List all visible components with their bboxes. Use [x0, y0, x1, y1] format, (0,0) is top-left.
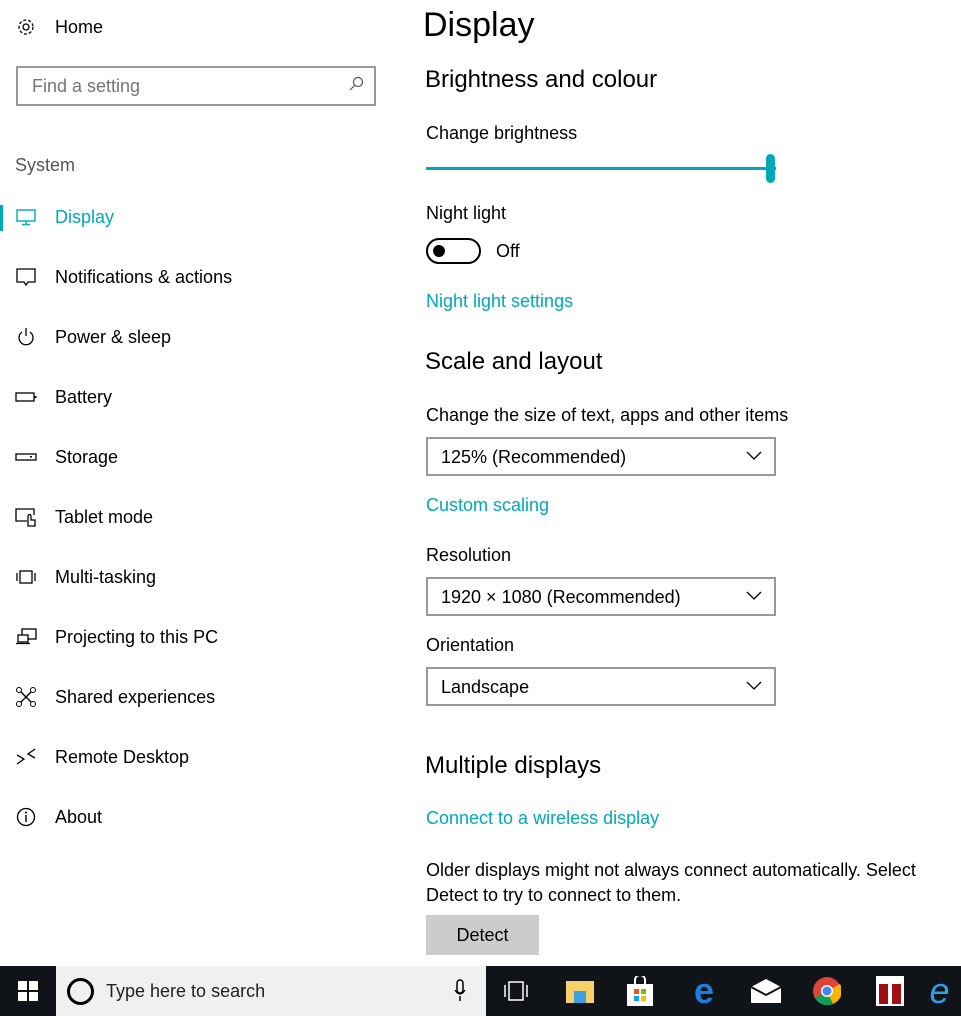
gift-icon[interactable] — [860, 966, 920, 1016]
projecting-icon — [14, 625, 38, 649]
brightness-slider-thumb[interactable] — [766, 154, 775, 183]
orientation-value: Landscape — [441, 677, 530, 697]
chevron-down-icon — [746, 587, 762, 608]
mail-icon[interactable] — [736, 966, 796, 1016]
taskbar-search-placeholder: Type here to search — [106, 981, 266, 1001]
remote-desktop-icon — [14, 745, 38, 769]
start-button[interactable] — [0, 966, 55, 1016]
night-light-state: Off — [496, 241, 520, 261]
orientation-label: Orientation — [426, 635, 515, 655]
monitor-icon — [14, 205, 38, 229]
resolution-value: 1920 × 1080 (Recommended) — [441, 587, 681, 607]
resolution-label: Resolution — [426, 545, 512, 565]
sidebar-item-projecting-to-this-pc[interactable]: Projecting to this PC — [0, 617, 400, 657]
sidebar-item-label: Multi-tasking — [55, 566, 157, 587]
scale-dropdown[interactable]: 125% (Recommended) — [426, 437, 776, 476]
sidebar-item-label: Display — [55, 206, 115, 227]
internet-explorer-icon[interactable]: e — [918, 966, 961, 1016]
store-icon[interactable] — [610, 966, 670, 1016]
detect-note: Older displays might not always connect … — [426, 860, 916, 905]
edge-icon[interactable]: e — [674, 966, 734, 1016]
orientation-dropdown[interactable]: Landscape — [426, 667, 776, 706]
sidebar-item-label: Shared experiences — [55, 686, 216, 707]
section-label: System — [15, 155, 76, 175]
brightness-heading: Brightness and colour — [425, 66, 658, 93]
custom-scaling-link[interactable]: Custom scaling — [426, 495, 549, 516]
cortana-icon — [67, 978, 94, 1005]
brightness-slider[interactable] — [426, 154, 776, 183]
sidebar-item-notifications-actions[interactable]: Notifications & actions — [0, 257, 400, 297]
page-title: Display — [423, 6, 535, 44]
home-link[interactable]: Home — [0, 7, 400, 47]
sidebar-item-power-sleep[interactable]: Power & sleep — [0, 317, 400, 357]
search-icon — [348, 76, 364, 97]
find-setting-search[interactable] — [16, 66, 376, 106]
sidebar-item-label: Power & sleep — [55, 326, 172, 347]
sidebar-item-label: Battery — [55, 386, 113, 407]
resolution-dropdown[interactable]: 1920 × 1080 (Recommended) — [426, 577, 776, 616]
tablet-mode-icon — [14, 505, 38, 529]
sidebar-item-tablet-mode[interactable]: Tablet mode — [0, 497, 400, 537]
notification-icon — [14, 265, 38, 289]
windows-icon — [17, 981, 38, 1001]
connect-wireless-link[interactable]: Connect to a wireless display — [426, 808, 659, 829]
sidebar-item-label: Tablet mode — [55, 506, 154, 527]
scale-value: 125% (Recommended) — [441, 447, 627, 467]
sidebar-item-label: Notifications & actions — [55, 266, 233, 287]
power-icon — [14, 325, 38, 349]
battery-icon — [14, 385, 38, 409]
sidebar-item-storage[interactable]: Storage — [0, 437, 400, 477]
sidebar-item-shared-experiences[interactable]: Shared experiences — [0, 677, 400, 717]
multiple-displays-heading: Multiple displays — [425, 752, 602, 779]
storage-icon — [14, 445, 38, 469]
sidebar-item-about[interactable]: About — [0, 797, 400, 837]
night-light-label: Night light — [426, 203, 507, 223]
sidebar-item-battery[interactable]: Battery — [0, 377, 400, 417]
size-label: Change the size of text, apps and other … — [426, 405, 789, 425]
brightness-label: Change brightness — [426, 123, 578, 143]
sidebar-item-display[interactable]: Display — [0, 197, 400, 237]
sidebar-item-label: About — [55, 806, 103, 827]
taskbar: Type here to search e e — [0, 966, 961, 1016]
multitasking-icon — [14, 565, 38, 589]
shared-experiences-icon — [14, 685, 38, 709]
taskbar-search[interactable]: Type here to search — [56, 966, 486, 1016]
sidebar-item-multi-tasking[interactable]: Multi-tasking — [0, 557, 400, 597]
night-light-toggle[interactable] — [426, 238, 481, 264]
night-light-settings-link[interactable]: Night light settings — [426, 291, 573, 312]
sidebar-item-label: Remote Desktop — [55, 746, 190, 767]
file-explorer-icon[interactable] — [550, 966, 610, 1016]
sidebar-item-label: Storage — [55, 446, 119, 467]
detect-button[interactable]: Detect — [426, 915, 539, 955]
scale-heading: Scale and layout — [425, 348, 603, 375]
search-input[interactable] — [18, 68, 318, 104]
task-view-icon[interactable] — [486, 966, 546, 1016]
info-icon — [14, 805, 38, 829]
chevron-down-icon — [746, 447, 762, 468]
chevron-down-icon — [746, 677, 762, 698]
microphone-icon[interactable] — [454, 979, 466, 1008]
sidebar-item-label: Projecting to this PC — [55, 626, 219, 647]
sidebar-item-remote-desktop[interactable]: Remote Desktop — [0, 737, 400, 777]
gear-icon — [14, 15, 38, 39]
chrome-icon[interactable] — [797, 966, 857, 1016]
